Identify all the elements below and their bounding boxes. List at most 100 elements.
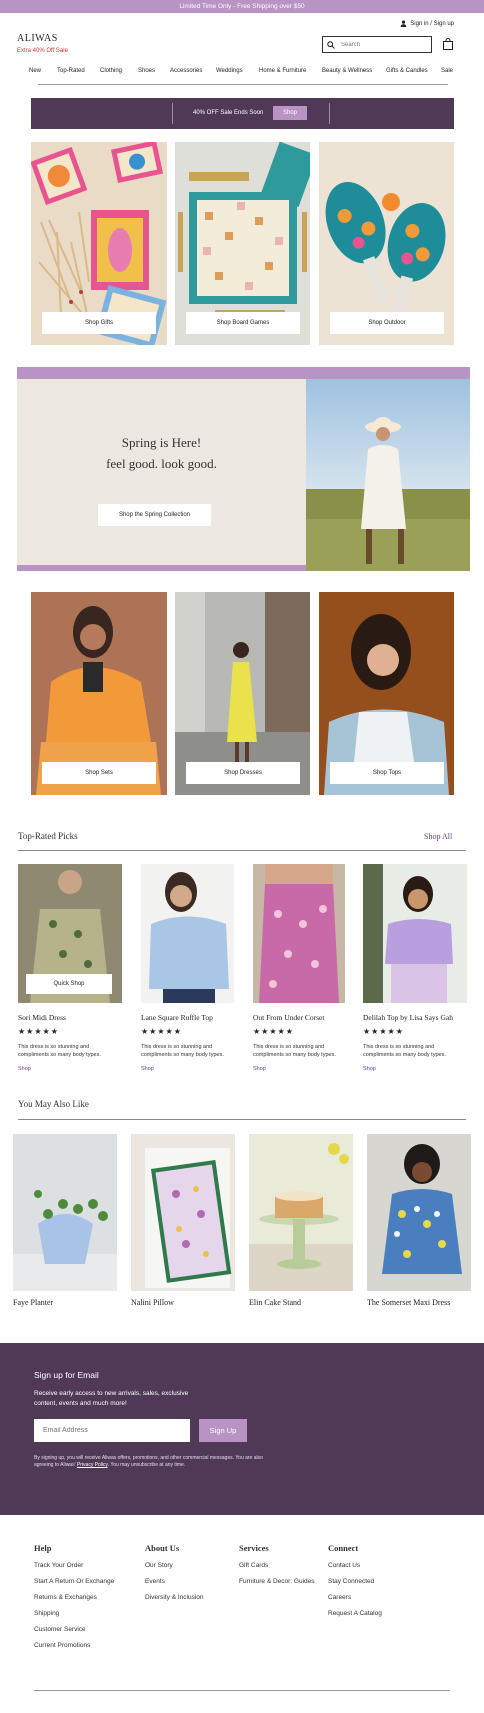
footer-link[interactable]: Events bbox=[145, 1578, 230, 1586]
fashion-tile-tops[interactable]: Shop Tops bbox=[319, 592, 454, 795]
product-card-image[interactable] bbox=[253, 864, 345, 1003]
footer-link[interactable]: Contact Us bbox=[328, 1562, 428, 1570]
product-shop-link[interactable]: Shop bbox=[363, 1066, 376, 1072]
category-tile-outdoor[interactable]: Shop Outdoor bbox=[319, 142, 454, 345]
footer-divider bbox=[34, 1690, 450, 1691]
nav-item-top-rated[interactable]: Top-Rated bbox=[57, 68, 85, 74]
sale-shop-button[interactable]: Shop bbox=[273, 106, 307, 120]
fashion-tile-sets[interactable]: Shop Sets bbox=[31, 592, 167, 795]
shopping-bag-icon[interactable] bbox=[442, 38, 454, 50]
nav-item-gifts-candles[interactable]: Gifts & Candles bbox=[386, 68, 428, 74]
nav-item-sale[interactable]: Sale bbox=[441, 68, 453, 74]
also-like-image[interactable] bbox=[13, 1134, 117, 1291]
section-divider bbox=[18, 1119, 466, 1120]
footer-heading: Connect bbox=[328, 1543, 359, 1553]
signup-button[interactable]: Sign Up bbox=[199, 1419, 247, 1442]
footer-link[interactable]: Careers bbox=[328, 1594, 428, 1602]
footer-link[interactable]: Track Your Order bbox=[34, 1562, 134, 1570]
footer-heading: Help bbox=[34, 1543, 52, 1553]
product-card-image[interactable]: Quick Shop bbox=[18, 864, 122, 1003]
logo[interactable]: ALIWAS bbox=[17, 33, 58, 44]
rating-stars: ★★★★★ bbox=[253, 1027, 294, 1036]
email-legal: By signing up, you will receive Aliwas o… bbox=[34, 1455, 274, 1469]
quick-shop-button[interactable]: Quick Shop bbox=[26, 974, 112, 994]
product-shop-link[interactable]: Shop bbox=[141, 1066, 154, 1072]
sale-badge[interactable]: Extra 40% Off Sale bbox=[17, 48, 68, 54]
product-shop-link[interactable]: Shop bbox=[253, 1066, 266, 1072]
nav-item-weddings[interactable]: Weddings bbox=[216, 68, 243, 74]
category-tile-label: Shop Board Games bbox=[186, 312, 300, 334]
user-icon bbox=[400, 20, 407, 27]
footer-link[interactable]: Request A Catalog bbox=[328, 1610, 428, 1618]
divider bbox=[172, 103, 173, 124]
nav-item-clothing[interactable]: Clothing bbox=[100, 68, 122, 74]
product-card-image[interactable] bbox=[141, 864, 234, 1003]
section-title-also-like: You May Also Like bbox=[18, 1099, 89, 1109]
maxi-dress-image bbox=[367, 1134, 471, 1291]
category-tile-gifts[interactable]: Shop Gifts bbox=[31, 142, 167, 345]
signin-label: Sign in / Sign up bbox=[410, 20, 454, 27]
product-image bbox=[141, 864, 234, 1003]
category-tile-board-games[interactable]: Shop Board Games bbox=[175, 142, 310, 345]
footer-link[interactable]: Current Promotions bbox=[34, 1642, 134, 1650]
spring-model-image bbox=[306, 379, 470, 571]
fashion-tile-label: Shop Sets bbox=[42, 762, 156, 784]
fashion-tile-label: Shop Dresses bbox=[186, 762, 300, 784]
section-title-top-rated: Top-Rated Picks bbox=[18, 831, 78, 841]
fashion-tile-dresses[interactable]: Shop Dresses bbox=[175, 592, 310, 795]
product-desc: This dress is so stunning and compliment… bbox=[253, 1044, 336, 1058]
footer-link[interactable]: Shipping bbox=[34, 1610, 134, 1618]
footer-link[interactable]: Start A Return Or Exchange bbox=[34, 1578, 134, 1586]
footer-heading: About Us bbox=[145, 1543, 180, 1553]
also-like-name[interactable]: Faye Planter bbox=[13, 1298, 53, 1307]
also-like-image[interactable] bbox=[367, 1134, 471, 1291]
accent-stripe bbox=[17, 565, 306, 571]
search-box[interactable] bbox=[322, 36, 432, 53]
also-like-name[interactable]: Elin Cake Stand bbox=[249, 1298, 301, 1307]
planter-image bbox=[13, 1134, 117, 1291]
site-header: ALIWAS Extra 40% Off Sale Sign in / Sign… bbox=[0, 13, 484, 85]
email-description: Receive early access to new arrivals, sa… bbox=[34, 1390, 189, 1407]
category-tile-label: Shop Gifts bbox=[42, 312, 156, 334]
footer-link[interactable]: Furniture & Decor: Guides bbox=[239, 1578, 319, 1586]
footer-link[interactable]: Our Story bbox=[145, 1562, 230, 1570]
search-input[interactable] bbox=[341, 41, 421, 48]
rating-stars: ★★★★★ bbox=[18, 1027, 59, 1036]
also-like-image[interactable] bbox=[131, 1134, 235, 1291]
also-like-name[interactable]: The Somerset Maxi Dress bbox=[367, 1298, 450, 1307]
email-input[interactable] bbox=[34, 1419, 190, 1442]
footer-link[interactable]: Gift Cards bbox=[239, 1562, 319, 1570]
shop-all-link[interactable]: Shop All bbox=[424, 832, 452, 841]
product-name[interactable]: Out From Under Corset bbox=[253, 1013, 324, 1022]
product-name[interactable]: Lane Square Ruffle Top bbox=[141, 1013, 213, 1022]
footer-link[interactable]: Customer Service bbox=[34, 1626, 134, 1634]
footer-col-about: About Us Our Story Events Diversity & In… bbox=[145, 1543, 230, 1610]
nav-divider bbox=[38, 84, 448, 85]
spring-headline: Spring is Here! bbox=[121, 435, 202, 450]
spring-hero-panel: Spring is Here! feel good. look good. Sh… bbox=[17, 379, 306, 571]
email-title: Sign up for Email bbox=[34, 1370, 99, 1380]
nav-item-home-furniture[interactable]: Home & Furniture bbox=[259, 68, 306, 74]
also-like-image[interactable] bbox=[249, 1134, 353, 1291]
product-desc: This dress is so stunning and compliment… bbox=[363, 1044, 446, 1058]
nav-item-new[interactable]: New bbox=[29, 68, 41, 74]
rating-stars: ★★★★★ bbox=[363, 1027, 404, 1036]
cake-stand-image bbox=[249, 1134, 353, 1291]
product-name[interactable]: Delilah Top by Lisa Says Gah bbox=[363, 1013, 453, 1022]
rating-stars: ★★★★★ bbox=[141, 1027, 182, 1036]
nav-item-beauty-wellness[interactable]: Beauty & Wellness bbox=[322, 68, 372, 74]
product-card-image[interactable] bbox=[363, 864, 467, 1003]
footer-link[interactable]: Returns & Exchanges bbox=[34, 1594, 134, 1602]
product-shop-link[interactable]: Shop bbox=[18, 1066, 31, 1072]
footer-link[interactable]: Stay Connected bbox=[328, 1578, 428, 1586]
privacy-policy-link[interactable]: Privacy Policy bbox=[77, 1462, 108, 1468]
spring-collection-button[interactable]: Shop the Spring Collection bbox=[98, 504, 211, 526]
footer-link[interactable]: Diversity & Inclusion bbox=[145, 1594, 230, 1602]
signin-link[interactable]: Sign in / Sign up bbox=[400, 20, 454, 27]
also-like-name[interactable]: Nalini Pillow bbox=[131, 1298, 174, 1307]
product-name[interactable]: Sori Midi Dress bbox=[18, 1013, 66, 1022]
legal-text-end: . You may unsubscribe at any time. bbox=[107, 1462, 186, 1468]
nav-item-shoes[interactable]: Shoes bbox=[138, 68, 155, 74]
category-tile-label: Shop Outdoor bbox=[330, 312, 444, 334]
nav-item-accessories[interactable]: Accessories bbox=[170, 68, 202, 74]
